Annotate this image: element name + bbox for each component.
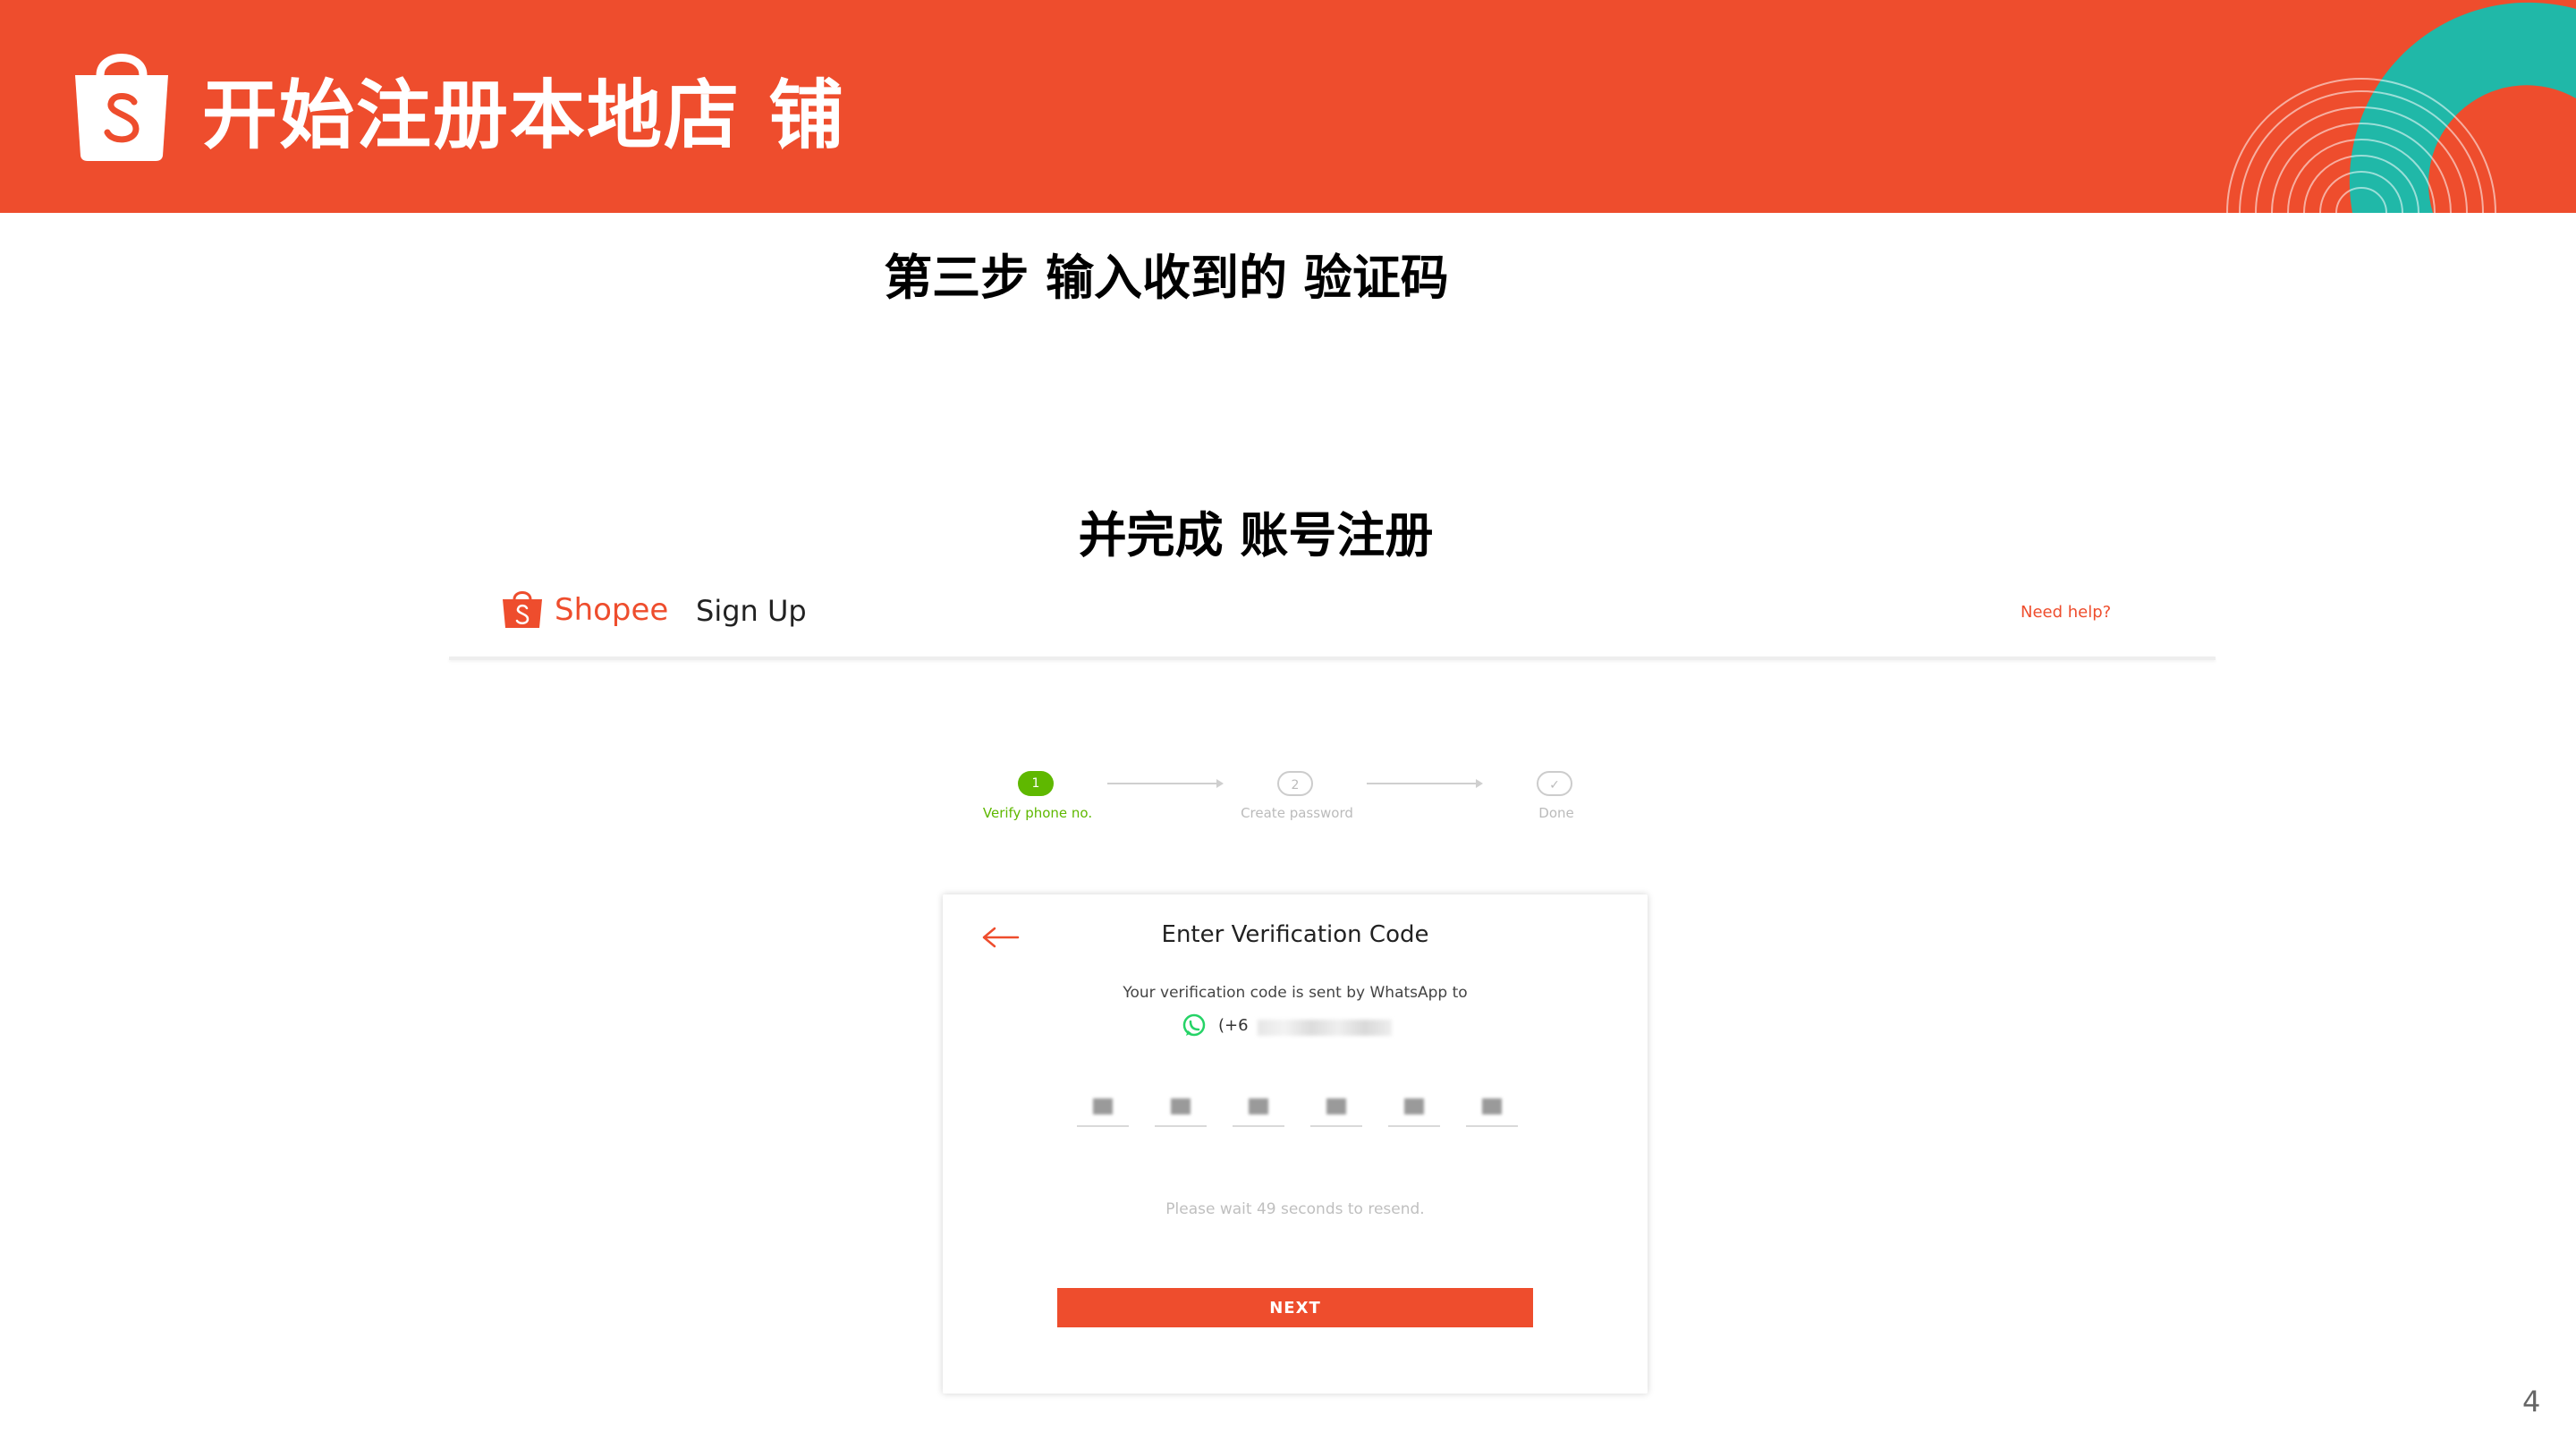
otp-digit-1[interactable]: [1077, 1089, 1129, 1127]
need-help-link[interactable]: Need help?: [2021, 603, 2111, 622]
title-banner: 开始注册本地店 铺: [0, 0, 2576, 213]
page-number: 4: [2522, 1385, 2541, 1419]
blurred-phone-number: [1258, 1020, 1392, 1036]
step-create-password: 2 Create password: [1225, 766, 1368, 828]
step-number: 1: [1018, 771, 1054, 796]
step-verify-phone: 1 Verify phone no.: [966, 766, 1109, 828]
otp-input-group: [1077, 1089, 1524, 1129]
phone-prefix: (+6: [1218, 1016, 1249, 1035]
otp-digit-6[interactable]: [1466, 1089, 1518, 1127]
step-label: Verify phone no.: [982, 805, 1093, 821]
check-icon: ✓: [1537, 771, 1572, 796]
step-number: 2: [1277, 771, 1313, 796]
step-label: Create password: [1241, 805, 1353, 821]
step-arrow: [1367, 779, 1483, 788]
phone-number-row: (+6: [1181, 1011, 1476, 1041]
brand-name: Shopee: [555, 592, 669, 628]
signup-stepper: 1 Verify phone no. 2 Create password ✓ D…: [966, 766, 1592, 828]
page-title: Sign Up: [696, 594, 807, 628]
step-done: ✓ Done: [1485, 766, 1628, 828]
step3-heading: 第三步 输入收到的 验证码: [884, 250, 1449, 306]
otp-digit-2[interactable]: [1155, 1089, 1207, 1127]
whatsapp-icon: [1182, 1013, 1206, 1037]
card-title: Enter Verification Code: [1161, 921, 1429, 948]
resend-countdown: Please wait 49 seconds to resend.: [1165, 1200, 1425, 1218]
step-label: Done: [1538, 805, 1574, 821]
otp-digit-4[interactable]: [1310, 1089, 1362, 1127]
header-divider: [449, 657, 2216, 660]
banner-title: 开始注册本地店 铺: [202, 72, 846, 159]
signup-header: Shopee Sign Up Need help?: [449, 581, 2216, 662]
otp-digit-5[interactable]: [1388, 1089, 1440, 1127]
step-arrow: [1107, 779, 1224, 788]
next-button[interactable]: NEXT: [1057, 1288, 1533, 1327]
complete-heading: 并完成 账号注册: [1078, 507, 1434, 564]
otp-digit-3[interactable]: [1233, 1089, 1284, 1127]
verification-subtitle: Your verification code is sent by WhatsA…: [1123, 984, 1468, 1002]
verification-card: Enter Verification Code Your verificatio…: [943, 894, 1648, 1394]
shopee-bag-icon: [75, 54, 168, 161]
decorative-arcs-icon: [2226, 2, 2576, 213]
shopee-logo-icon[interactable]: [501, 589, 544, 630]
